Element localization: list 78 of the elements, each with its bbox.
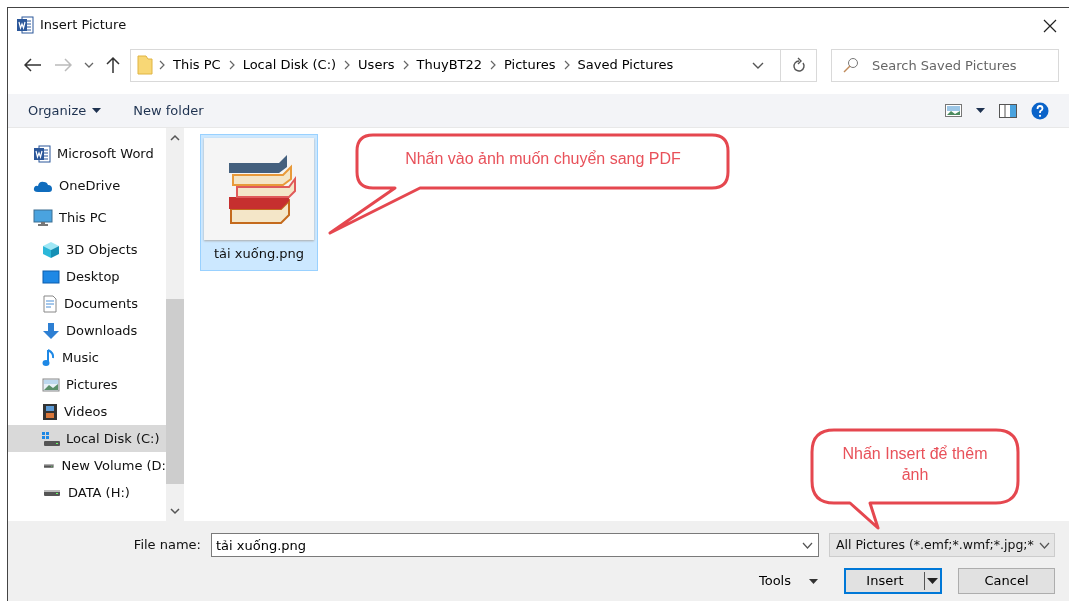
address-bar[interactable]: This PC Local Disk (C:) Users ThuyBT22 Pictures Saved Pictures	[130, 48, 781, 82]
insert-button[interactable]: Insert	[844, 568, 942, 594]
sidebar-item[interactable]: Local Disk (C:)	[8, 425, 166, 452]
film-icon	[42, 402, 58, 421]
pane-icon	[999, 103, 1017, 118]
picture-icon	[945, 104, 962, 117]
search-field[interactable]: Search Saved Pictures	[831, 48, 1059, 82]
sidebar-item[interactable]: Music	[8, 344, 166, 371]
drive-icon	[44, 489, 60, 496]
search-icon	[843, 56, 859, 73]
sidebar-item[interactable]: Downloads	[8, 317, 166, 344]
chevron-down-icon	[84, 62, 94, 68]
sidebar-item[interactable]: 3D Objects	[8, 236, 166, 263]
callout-text: Nhấn Insert để thêm ảnh	[841, 444, 989, 485]
breadcrumb-link[interactable]: Local Disk (C:)	[240, 55, 339, 75]
scroll-down-icon[interactable]	[170, 508, 180, 515]
breadcrumb-link[interactable]: This PC	[171, 55, 223, 75]
cancel-button[interactable]: Cancel	[958, 568, 1055, 594]
scroll-up-icon[interactable]	[170, 134, 180, 141]
file-item[interactable]: tải xuống.png	[200, 134, 318, 271]
up-arrow-icon	[106, 56, 120, 74]
help-icon	[1031, 101, 1049, 120]
sidebar-item[interactable]: Pictures	[8, 371, 166, 398]
new-folder-button[interactable]: New folder	[133, 100, 204, 121]
breadcrumb-link[interactable]: Pictures	[502, 55, 558, 75]
left-arrow-icon	[24, 58, 42, 72]
breadcrumb-link[interactable]: Users	[356, 55, 397, 75]
close-icon	[1043, 18, 1057, 33]
view-options-button[interactable]	[945, 104, 985, 117]
caret-down-icon	[92, 108, 102, 113]
chevron-right-icon	[563, 60, 570, 70]
file-name-field[interactable]: tải xuống.png	[211, 533, 819, 557]
down-arrow-icon	[42, 321, 60, 340]
caret-down-icon	[976, 108, 985, 113]
music-note-icon	[42, 348, 56, 367]
sidebar-item[interactable]: Desktop	[8, 263, 166, 290]
right-arrow-icon	[54, 58, 72, 72]
window-title: Insert Picture	[40, 16, 127, 35]
help-button[interactable]	[1031, 101, 1049, 120]
file-name-label: File name:	[133, 536, 201, 555]
breadcrumb-link[interactable]: Saved Pictures	[575, 55, 676, 75]
chevron-right-icon	[344, 60, 351, 70]
word-document-icon	[33, 144, 51, 163]
preview-pane-button[interactable]	[999, 103, 1017, 118]
file-type-dropdown[interactable]: All Pictures (*.emf;*.wmf;*.jpg;*	[829, 533, 1055, 557]
document-icon	[42, 294, 58, 313]
refresh-button[interactable]	[781, 48, 817, 82]
folder-icon	[137, 55, 153, 75]
chevron-right-icon	[159, 60, 165, 70]
chevron-down-icon	[1039, 541, 1050, 549]
caret-down-icon	[809, 578, 818, 584]
scrollbar-thumb[interactable]	[166, 299, 184, 484]
cube-icon	[42, 240, 60, 259]
sidebar-item[interactable]: DATA (H:)	[8, 479, 166, 506]
breadcrumb-link[interactable]: ThuyBT22	[414, 55, 485, 75]
scrollbar[interactable]	[166, 128, 184, 521]
sidebar-item[interactable]: This PC	[8, 204, 166, 231]
chevron-down-icon[interactable]	[752, 61, 764, 69]
sidebar-item[interactable]: Documents	[8, 290, 166, 317]
drive-icon	[44, 462, 54, 469]
chevron-right-icon	[228, 60, 235, 70]
chevron-right-icon	[402, 60, 409, 70]
chevron-right-icon	[490, 60, 497, 70]
monitor-icon	[33, 208, 53, 227]
chevron-down-icon[interactable]	[802, 542, 813, 549]
tools-menu-button[interactable]: Tools	[758, 571, 828, 591]
drive-icon	[42, 431, 60, 446]
sidebar-item[interactable]: New Volume (D:	[8, 452, 166, 479]
callout-text: Nhấn vào ảnh muốn chuyển sang PDF	[404, 149, 682, 169]
caret-down-icon	[927, 578, 938, 584]
sidebar-item[interactable]: Microsoft Word	[8, 140, 166, 167]
sidebar-item[interactable]: Videos	[8, 398, 166, 425]
sidebar-item[interactable]: OneDrive	[8, 172, 166, 199]
picture-icon	[42, 376, 60, 393]
desktop-icon	[42, 268, 60, 285]
refresh-icon	[791, 57, 806, 73]
organize-menu-button[interactable]: Organize	[28, 100, 102, 121]
word-document-icon	[16, 16, 34, 34]
